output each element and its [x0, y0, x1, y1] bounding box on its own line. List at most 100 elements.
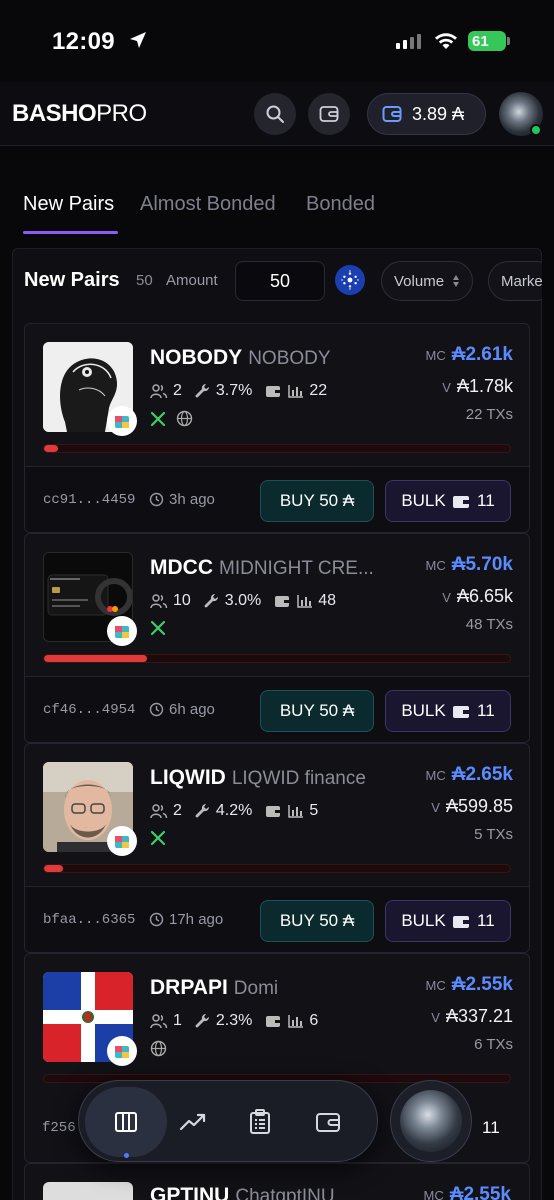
tab-bonded[interactable]: Bonded: [306, 193, 375, 216]
tab-new-pairs[interactable]: New Pairs: [23, 193, 114, 216]
app-header: BASHOPRO 3.89 ₳: [0, 82, 554, 146]
mc-value: ₳2.55k: [451, 974, 513, 995]
platform-badge-icon: [107, 406, 137, 436]
holders-count: 2: [173, 382, 182, 399]
age-text: 6h ago: [169, 701, 215, 718]
buy-button[interactable]: BUY 50 ₳: [260, 690, 374, 732]
bulk-count[interactable]: 11: [482, 1118, 500, 1138]
contract-address[interactable]: cc91...4459: [43, 492, 135, 508]
mc-value: ₳2.65k: [451, 764, 513, 785]
mc-label: MC: [425, 558, 446, 573]
token-card[interactable]: LIQWID LIQWID finance 2 4.2% 5 MC ₳2.65k V…: [24, 743, 530, 953]
tx-count: 5 TXs: [474, 826, 513, 843]
volume: V ₳599.85: [431, 796, 513, 817]
age-text: 3h ago: [169, 491, 215, 508]
token-name-row: NOBODY NOBODY: [150, 346, 410, 370]
amount-input[interactable]: [235, 261, 325, 301]
bar-chart-icon: [288, 1015, 304, 1028]
wallet-icon: [453, 495, 470, 508]
trending-up-icon: [179, 1113, 206, 1131]
token-age: 17h ago: [149, 911, 223, 928]
nav-profile-avatar[interactable]: [390, 1080, 472, 1162]
pair-count: 50: [136, 272, 153, 289]
bar-chart-icon: [288, 805, 304, 818]
progress-fill: [44, 445, 58, 452]
volume: V ₳6.65k: [442, 586, 513, 607]
nav-wallet[interactable]: [308, 1102, 348, 1142]
mc-value: ₳2.61k: [451, 344, 513, 365]
bulk-button[interactable]: BULK 11: [385, 900, 511, 942]
x-social-icon[interactable]: [150, 411, 166, 427]
token-card[interactable]: NOBODY NOBODY 2 3.7% 22 MC ₳2.61k V ₳1.78k …: [24, 323, 530, 533]
section-title: New Pairs: [24, 269, 120, 291]
cellular-signal-icon: [396, 34, 421, 49]
sort-volume-button[interactable]: Volume: [381, 261, 474, 301]
token-card[interactable]: MDCC MIDNIGHT CRE... 10 3.0% 48 MC ₳5.70k …: [24, 533, 530, 743]
bulk-button[interactable]: BULK 11: [385, 480, 511, 522]
logo-main: BASHO: [12, 100, 97, 127]
token-socials: [150, 410, 193, 427]
bottom-navigation: [78, 1080, 378, 1162]
bulk-label: BULK: [401, 701, 446, 720]
bulk-label: BULK: [401, 911, 446, 930]
wallet-icon: [453, 705, 470, 718]
x-social-icon[interactable]: [150, 830, 166, 846]
token-age: 3h ago: [149, 491, 215, 508]
bar-chart-icon: [288, 385, 304, 398]
wallet-icon: [453, 915, 470, 928]
buy-button[interactable]: BUY 50 ₳: [260, 480, 374, 522]
mc-value: ₳5.70k: [451, 554, 513, 575]
wallet-button[interactable]: [308, 93, 350, 135]
token-name-row: MDCC MIDNIGHT CRE...: [150, 556, 410, 580]
platform-badge-icon: [107, 826, 137, 856]
volume-value: ₳6.65k: [456, 586, 513, 606]
token-name: NOBODY: [248, 348, 331, 369]
globe-icon[interactable]: [150, 1040, 167, 1057]
bulk-button[interactable]: BULK 11: [385, 690, 511, 732]
contract-address[interactable]: cf46...4954: [43, 702, 135, 718]
trades-count: 6: [309, 1012, 319, 1029]
sort-label: Volume: [394, 272, 445, 290]
token-stats: 2 3.7% 22: [150, 382, 333, 400]
tx-count: 6 TXs: [474, 1036, 513, 1053]
status-bar: 12:09 61: [0, 0, 554, 82]
token-symbol: MDCC: [150, 556, 213, 579]
search-button[interactable]: [254, 93, 296, 135]
tab-almost-bonded[interactable]: Almost Bonded: [140, 193, 276, 216]
holders-count: 10: [173, 592, 191, 609]
progress-fill: [44, 655, 147, 662]
token-name: Domi: [233, 978, 279, 999]
contract-address[interactable]: bfaa...6365: [43, 912, 135, 928]
wallet-balance: 3.89 ₳: [412, 103, 465, 124]
wallet-icon: [382, 106, 402, 122]
cardano-icon[interactable]: [335, 265, 365, 295]
bonding-progress-bar: [43, 864, 511, 873]
contract-address[interactable]: f256: [42, 1120, 76, 1136]
buy-button[interactable]: BUY 50 ₳: [260, 900, 374, 942]
pair-tabs: New Pairs Almost Bonded Bonded: [0, 180, 554, 236]
nav-trending[interactable]: [173, 1102, 213, 1142]
token-card[interactable]: GPTINU ChatgptINU MC ₳2.55k: [24, 1163, 530, 1200]
balance-pill[interactable]: 3.89 ₳: [367, 93, 486, 135]
age-text: 17h ago: [169, 911, 224, 928]
nav-active-dot: [124, 1153, 129, 1158]
mc-value: ₳2.55k: [449, 1184, 511, 1200]
app-logo[interactable]: BASHOPRO: [12, 100, 147, 128]
market-cap: MC ₳2.55k: [424, 1184, 512, 1200]
globe-icon[interactable]: [176, 410, 193, 427]
token-name-row: LIQWID LIQWID finance: [150, 766, 410, 790]
volume-value: ₳599.85: [445, 796, 513, 816]
search-icon: [266, 105, 284, 123]
tx-count: 48 TXs: [465, 616, 513, 633]
bulk-count: 11: [477, 701, 495, 720]
x-social-icon[interactable]: [150, 620, 166, 636]
wallet-icon: [319, 106, 339, 122]
token-name: LIQWID finance: [231, 768, 366, 789]
market-filter-button[interactable]: Marke: [488, 261, 542, 301]
token-stats: 10 3.0% 48: [150, 592, 342, 610]
wrench-icon: [204, 593, 218, 608]
holders-icon: [150, 1014, 168, 1029]
dev-percent: 4.2%: [215, 802, 253, 819]
nav-pairs[interactable]: [106, 1102, 146, 1142]
nav-orders[interactable]: [240, 1102, 280, 1142]
